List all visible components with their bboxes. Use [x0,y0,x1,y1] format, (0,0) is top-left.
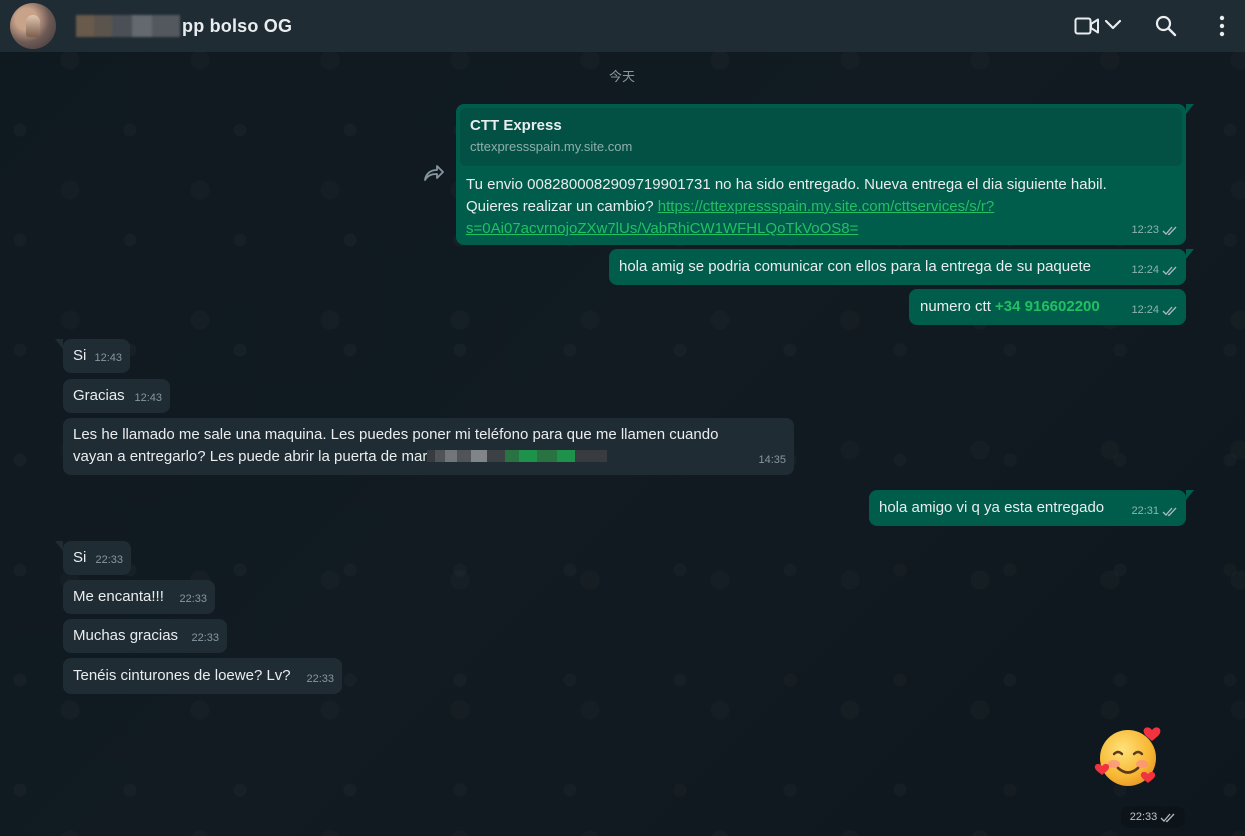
message-link-cont[interactable]: s=0Ai07acvrnojoZXw7lUs/VabRhiCW1WFHLQoTk… [466,220,858,237]
redacted-blur [427,450,608,463]
message-out[interactable]: hola amig se podria comunicar con ellos … [609,249,1194,285]
menu-icon[interactable] [1216,15,1228,37]
search-icon[interactable] [1154,14,1178,38]
message-text: numero ctt [920,298,996,315]
link-preview-card[interactable]: CTT Express cttexpressspain.my.site.com [460,108,1182,166]
message-text: hola amigo vi q ya esta entregado [879,499,1105,516]
smiling-face-with-hearts-icon [1094,727,1161,786]
message-text: hola amig se podria comunicar con ellos … [619,258,1091,275]
avatar-figure [26,15,40,37]
bubble-tail [1186,104,1194,114]
message-in[interactable]: Si 12:43 [55,339,130,373]
message-time: 22:31 [1131,505,1159,517]
double-check-icon [1160,813,1175,822]
message-body: Les he llamado me sale una maquina. Les … [73,424,793,468]
message-text: Si [73,347,87,364]
message-in[interactable]: Muchas gracias 22:33 [63,619,227,653]
double-check-icon [1162,226,1177,235]
message-body: numero ctt +34 916602200 [920,296,1100,318]
message-meta: 22:31 [1131,500,1178,522]
chevron-down-icon[interactable] [1104,19,1122,31]
message-time: 14:35 [758,454,786,466]
message-time: 12:24 [1131,304,1159,316]
message-time: 12:24 [1131,264,1159,276]
message-time: 12:43 [94,352,122,364]
message-text-line: s=0Ai07acvrnojoZXw7lUs/VabRhiCW1WFHLQoTk… [466,218,1156,240]
message-time: 22:33 [1129,811,1158,823]
message-out[interactable]: numero ctt +34 916602200 12:24 [909,289,1186,325]
message-text: Gracias [73,387,125,404]
message-time: 12:23 [1131,224,1159,236]
message-meta: 12:24 [1131,299,1178,321]
message-in[interactable]: Les he llamado me sale una maquina. Les … [63,418,794,475]
message-meta: 12:23 [1131,219,1178,241]
message-in[interactable]: Gracias 12:43 [63,379,170,413]
video-call-icon[interactable] [1074,15,1100,37]
message-text-line: vayan a entregarlo? Les puede abrir la p… [73,446,793,468]
double-check-icon [1162,266,1177,275]
message-out-ctt[interactable]: CTT Express cttexpressspain.my.site.com … [456,104,1194,245]
message-link[interactable]: https://cttexpressspain.my.site.com/ctts… [658,198,995,215]
redacted-name-blur [76,15,180,37]
chat-window: pp bolso OG 今天 CTT Express cttexpressspa… [0,0,1245,836]
date-divider: 今天 [608,69,635,84]
link-preview-domain: cttexpressspain.my.site.com [470,139,633,154]
message-text-line: Tu envio 0082800082909719901731 no ha si… [466,176,1107,193]
message-text: Me encanta!!! [73,588,164,605]
forward-icon[interactable] [423,164,445,182]
message-in[interactable]: Me encanta!!! 22:33 [63,580,215,614]
phone-link[interactable]: +34 916602200 [995,298,1100,315]
double-check-icon [1162,507,1177,516]
message-in[interactable]: Si 22:33 [55,541,131,575]
message-text-line: Les he llamado me sale una maquina. Les … [73,426,719,443]
message-text: vayan a entregarlo? Les puede abrir la p… [73,448,428,465]
message-time: 22:33 [306,673,334,685]
chat-header: pp bolso OG [0,0,1245,52]
message-time: 22:33 [179,593,207,605]
message-text: Si [73,549,87,566]
emoji-message[interactable] [1094,724,1164,790]
message-time: 22:33 [191,632,219,644]
message-meta: 12:24 [1131,259,1178,281]
bubble-tail [55,339,63,349]
message-text: Quieres realizar un cambio? [466,198,658,215]
message-out[interactable]: hola amigo vi q ya esta entregado 22:31 [869,490,1194,526]
message-body: Tu envio 0082800082909719901731 no ha si… [466,174,1156,240]
message-in[interactable]: Tenéis cinturones de loewe? Lv? 22:33 [63,658,342,694]
avatar[interactable] [10,3,56,49]
message-text-line: Quieres realizar un cambio? https://ctte… [466,196,1156,218]
emoji-message-meta: 22:33 [1121,806,1185,828]
link-preview-title: CTT Express [470,117,562,134]
message-text: Muchas gracias [73,627,179,644]
contact-name[interactable]: pp bolso OG [76,13,292,39]
message-time: 22:33 [95,554,123,566]
message-text: Tenéis cinturones de loewe? Lv? [73,667,291,684]
bubble-tail [1186,490,1194,500]
double-check-icon [1162,306,1177,315]
bubble-tail [55,541,63,551]
message-time: 12:43 [134,392,162,404]
bubble-tail [1186,249,1194,259]
contact-name-text: pp bolso OG [182,15,293,36]
